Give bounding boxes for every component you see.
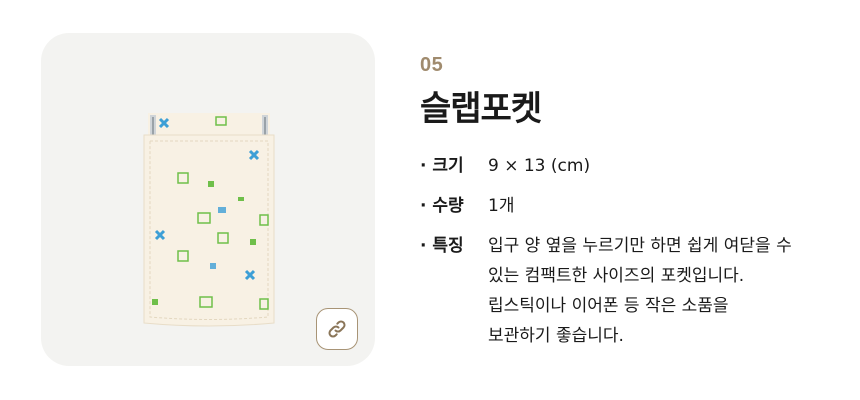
spec-value: 9 × 13 (cm): [488, 151, 840, 181]
product-image: [138, 111, 280, 331]
product-info: 05 슬랩포켓 · 크기 9 × 13 (cm) · 수량 1개 · 특징 입구…: [420, 54, 840, 351]
item-number: 05: [420, 54, 444, 76]
spec-row-features: · 특징 입구 양 옆을 누르기만 하면 쉽게 여닫을 수 있는 컴팩트한 사이…: [420, 231, 840, 351]
spec-value-line: 있는 컴팩트한 사이즈의 포켓입니다.: [488, 266, 745, 286]
spec-key: · 크기: [420, 156, 464, 176]
spec-value: 1개: [488, 191, 840, 221]
product-title: 슬랩포켓: [420, 89, 542, 129]
spec-row-quantity: · 수량 1개: [420, 191, 840, 221]
spec-list: · 크기 9 × 13 (cm) · 수량 1개 · 특징 입구 양 옆을 누르…: [420, 151, 840, 351]
spec-value-line: 9 × 13 (cm): [488, 156, 591, 176]
link-icon: [328, 320, 346, 338]
spec-value-line: 입구 양 옆을 누르기만 하면 쉽게 여닫을 수: [488, 236, 792, 256]
spec-value-line: 보관하기 좋습니다.: [488, 326, 624, 346]
spec-value: 입구 양 옆을 누르기만 하면 쉽게 여닫을 수 있는 컴팩트한 사이즈의 포켓…: [488, 231, 840, 351]
product-image-card: [41, 33, 375, 366]
slap-pocket-illustration: [143, 113, 275, 327]
spec-key: · 수량: [420, 196, 464, 216]
link-button[interactable]: [316, 308, 358, 350]
spec-value-line: 1개: [488, 196, 515, 216]
spec-value-line: 립스틱이나 이어폰 등 작은 소품을: [488, 296, 729, 316]
spec-row-size: · 크기 9 × 13 (cm): [420, 151, 840, 181]
spec-key: · 특징: [420, 236, 464, 256]
